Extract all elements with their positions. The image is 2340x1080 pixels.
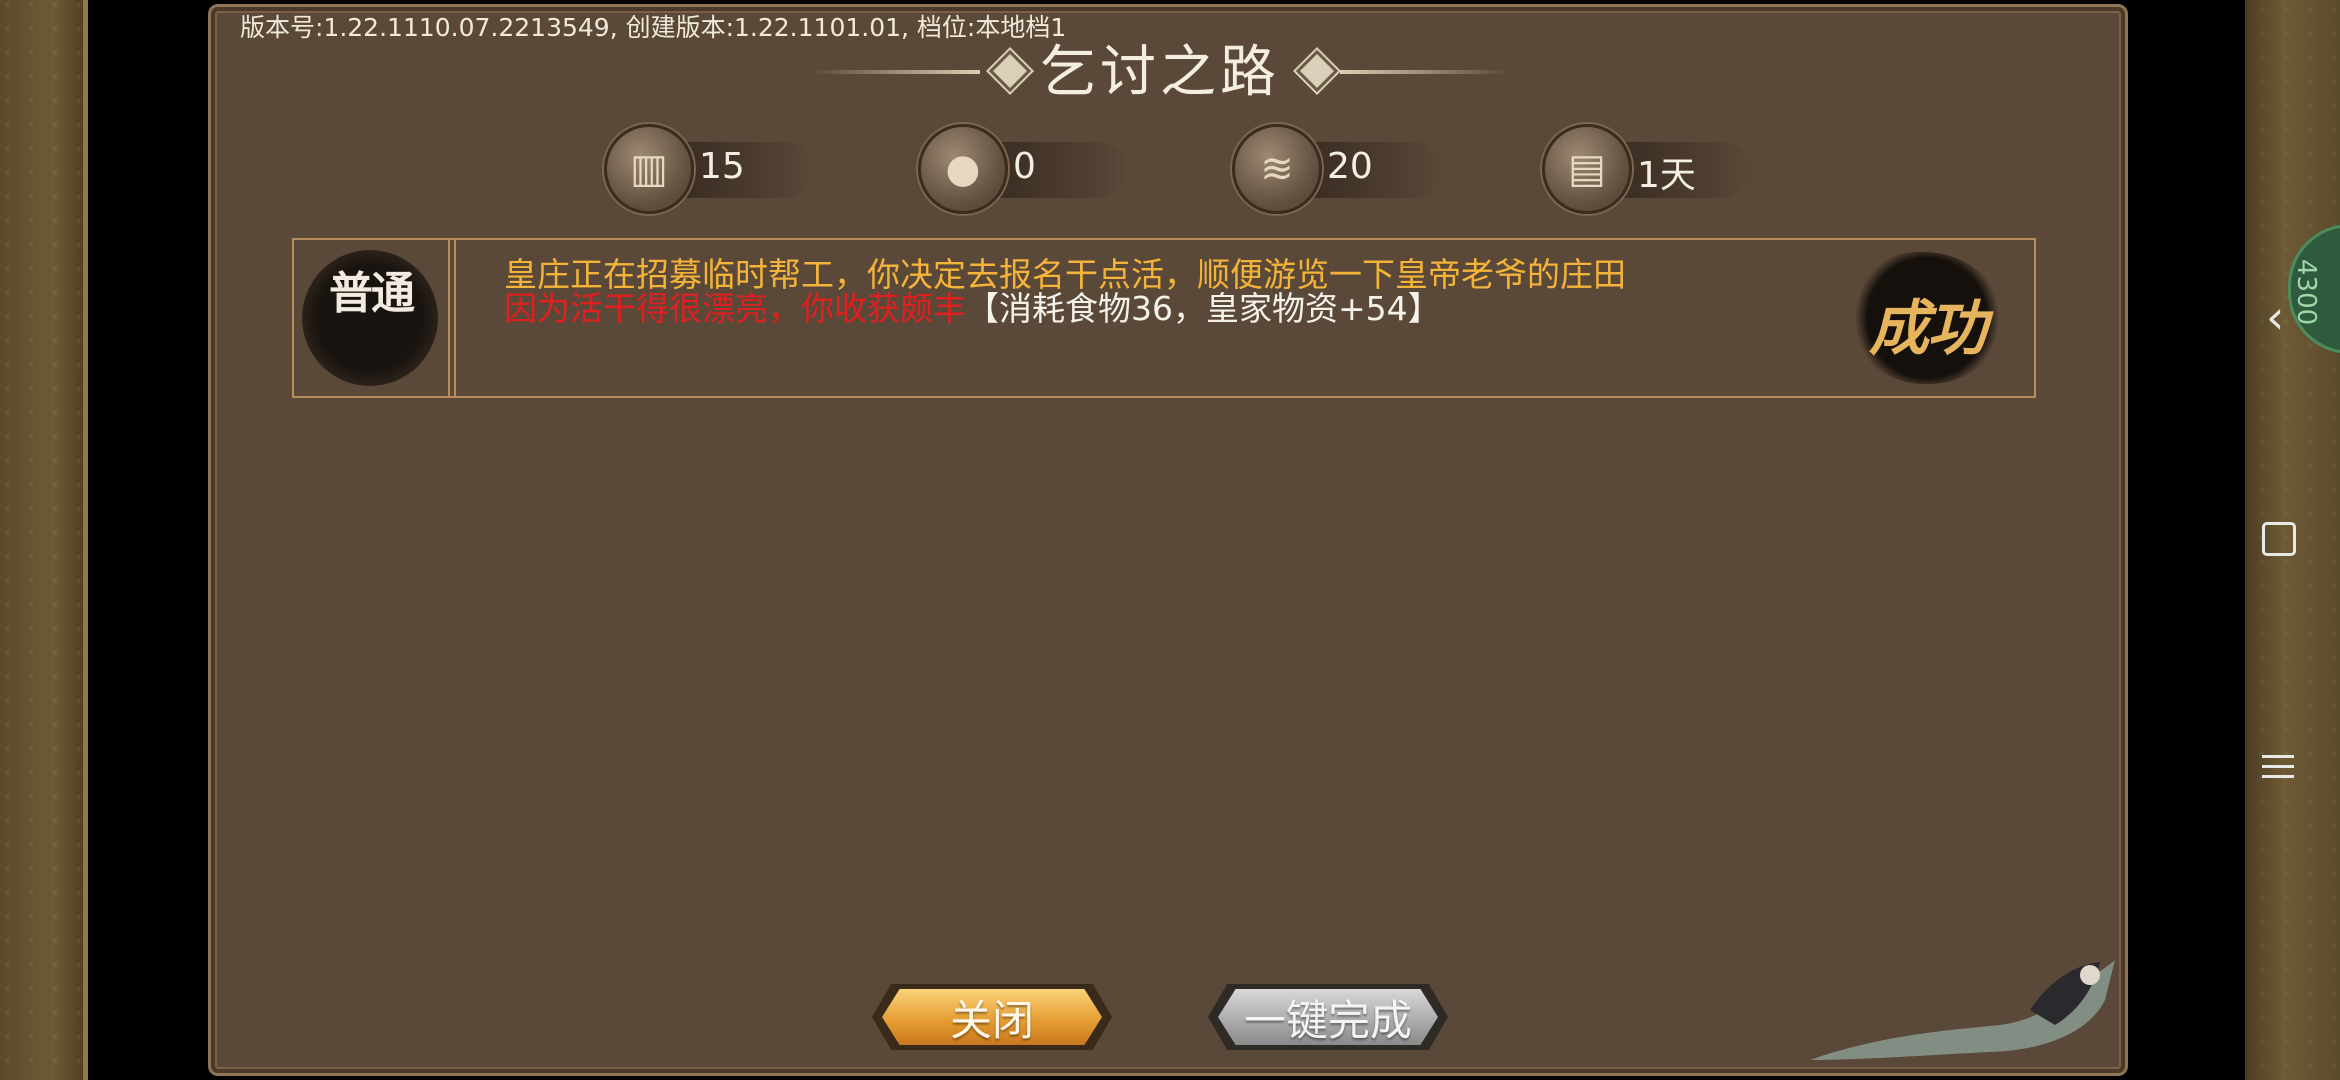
event-outcome-text: 因为活干得很漂亮，你收获颇丰 — [504, 289, 966, 328]
close-button[interactable]: 关闭 — [872, 984, 1112, 1050]
resource-value: 15 — [699, 146, 745, 187]
title-ornament-line-right — [1340, 70, 1510, 74]
dialog-title-bar: 乞讨之路 — [800, 38, 1520, 108]
resource-value: 0 — [1013, 146, 1036, 187]
resource-value: 20 — [1327, 146, 1373, 187]
result-label: 成功 — [1869, 294, 1987, 364]
back-icon[interactable]: ‹ — [2266, 290, 2284, 344]
event-outcome: 因为活干得很漂亮，你收获颇丰【消耗食物36，皇家物资+54】 — [504, 282, 1441, 330]
diamond-ornament-icon — [1295, 49, 1339, 93]
buns-icon: ● — [918, 124, 1008, 214]
diamond-ornament-icon — [988, 49, 1032, 93]
overlay-bubble-text: 4300 — [2291, 259, 2321, 326]
left-ornament-panel — [0, 0, 88, 1080]
ink-figure-icon — [1810, 960, 2115, 1060]
book-icon: ▤ — [1542, 124, 1632, 214]
result-stamp: 成功 — [1824, 248, 2030, 388]
bandage-icon: ≋ — [1232, 124, 1322, 214]
event-outcome-effects: 【消耗食物36，皇家物资+54】 — [966, 289, 1441, 328]
difficulty-badge: 普通 — [294, 240, 450, 396]
difficulty-label: 普通 — [329, 268, 415, 319]
auto-complete-button-label: 一键完成 — [1243, 995, 1412, 1045]
home-icon[interactable] — [2262, 522, 2296, 556]
auto-complete-button[interactable]: 一键完成 — [1208, 984, 1448, 1050]
event-entry: 普通 皇庄正在招募临时帮工，你决定去报名干点活，顺便游览一下皇帝老爷的庄田 因为… — [292, 238, 2036, 398]
begging-dialog — [208, 4, 2128, 1076]
divider — [454, 240, 456, 396]
scroll-icon: ▥ — [604, 124, 694, 214]
close-button-label: 关闭 — [949, 995, 1034, 1045]
dialog-title: 乞讨之路 — [1040, 40, 1280, 105]
menu-icon[interactable] — [2262, 748, 2294, 785]
resource-value: 1天 — [1637, 155, 1696, 196]
title-ornament-line-left — [810, 70, 980, 74]
